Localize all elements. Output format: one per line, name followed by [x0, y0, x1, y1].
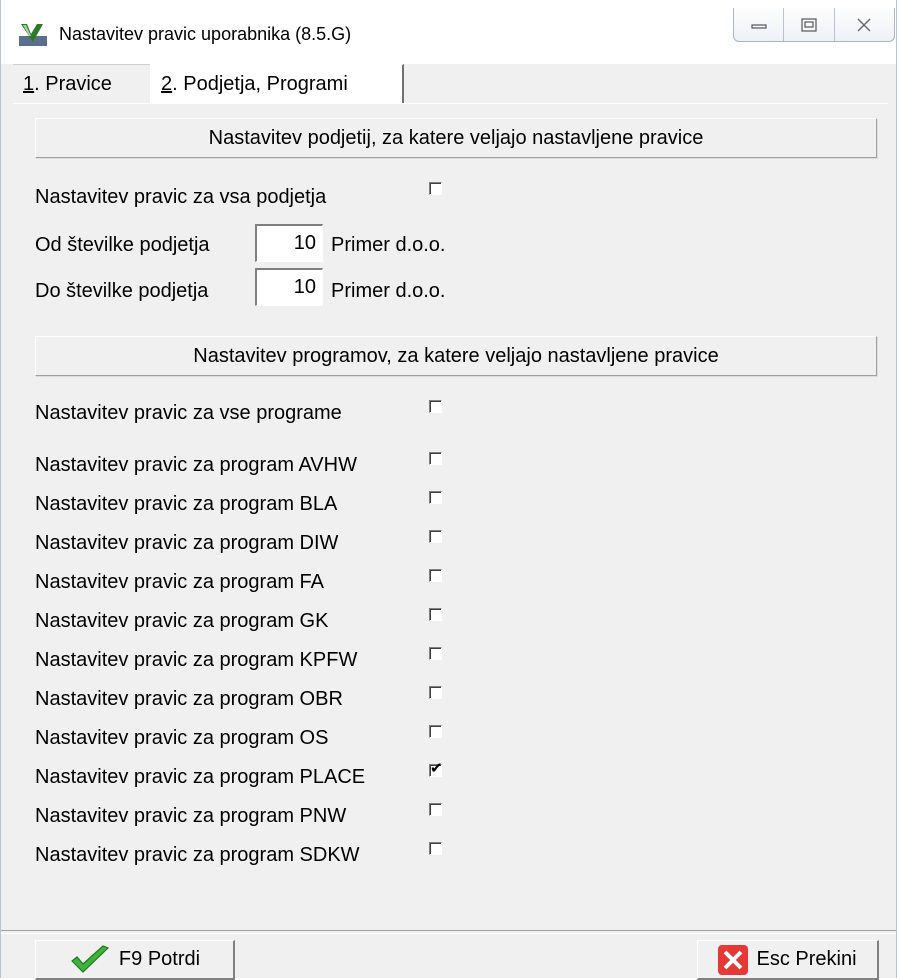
- bottom-divider: [1, 930, 896, 934]
- program-label: Nastavitev pravic za program PNW: [35, 805, 347, 827]
- tab-podjetja-label: . Podjetja, Programi: [172, 73, 348, 95]
- program-checkbox[interactable]: [429, 452, 442, 465]
- all-programs-checkbox[interactable]: [429, 400, 442, 413]
- all-companies-checkbox[interactable]: [429, 182, 442, 195]
- minimize-button[interactable]: [734, 8, 785, 41]
- tab-podjetja-accel: 2: [161, 73, 173, 95]
- app-logo-icon: [19, 24, 47, 46]
- companies-heading[interactable]: Nastavitev podjetij, za katere veljajo n…: [35, 118, 877, 158]
- all-companies-label: Nastavitev pravic za vsa podjetja: [35, 186, 327, 208]
- from-company-input[interactable]: 10: [255, 224, 323, 262]
- confirm-button-label: F9 Potrdi: [118, 948, 201, 970]
- from-company-label: Od številke podjetja: [35, 234, 210, 256]
- to-company-input[interactable]: 10: [255, 268, 323, 306]
- programs-heading[interactable]: Nastavitev programov, za katere veljajo …: [35, 336, 877, 376]
- program-label: Nastavitev pravic za program AVHW: [35, 454, 357, 476]
- tab-pravice-label: . Pravice: [34, 73, 112, 95]
- window-title: Nastavitev pravic uporabnika (8.5.G): [59, 24, 352, 44]
- tab-pravice-accel: 1: [23, 73, 35, 95]
- confirm-button[interactable]: F9 Potrdi: [35, 940, 235, 980]
- dialog-window: Nastavitev pravic uporabnika (8.5.G) 1. …: [0, 0, 897, 980]
- cancel-button[interactable]: Esc Prekini: [697, 940, 879, 980]
- program-label: Nastavitev pravic za program BLA: [35, 493, 338, 515]
- minimize-icon: [751, 23, 767, 29]
- checkmark-icon: [71, 944, 110, 973]
- program-checkbox[interactable]: [429, 686, 442, 699]
- program-checkbox[interactable]: [429, 491, 442, 504]
- program-label: Nastavitev pravic za program SDKW: [35, 844, 360, 866]
- to-company-name: Primer d.o.o.: [331, 280, 446, 302]
- program-checkbox[interactable]: [429, 569, 442, 582]
- close-button[interactable]: [835, 8, 894, 41]
- program-checkbox[interactable]: [429, 842, 442, 855]
- program-label: Nastavitev pravic za program KPFW: [35, 649, 358, 671]
- title-bar[interactable]: Nastavitev pravic uporabnika (8.5.G): [1, 0, 896, 64]
- program-checkbox[interactable]: [429, 608, 442, 621]
- all-programs-label: Nastavitev pravic za vse programe: [35, 402, 342, 424]
- program-label: Nastavitev pravic za program DIW: [35, 532, 339, 554]
- program-label: Nastavitev pravic za program FA: [35, 571, 324, 593]
- close-icon: [857, 18, 871, 31]
- program-checkbox[interactable]: ✔: [429, 760, 443, 777]
- program-label: Nastavitev pravic za program OBR: [35, 688, 343, 710]
- restore-icon: [801, 17, 817, 32]
- tab-podjetja-programi[interactable]: 2. Podjetja, Programi: [150, 64, 404, 104]
- program-checkbox[interactable]: [429, 530, 442, 543]
- caption-buttons: [733, 8, 895, 42]
- tab-pravice[interactable]: 1. Pravice: [13, 64, 153, 102]
- program-checkbox[interactable]: [429, 803, 442, 816]
- program-checkbox[interactable]: [429, 647, 442, 660]
- program-label: Nastavitev pravic za program GK: [35, 610, 329, 632]
- cancel-button-label: Esc Prekini: [756, 948, 857, 970]
- restore-button[interactable]: [784, 8, 835, 41]
- to-company-label: Do številke podjetja: [35, 280, 209, 302]
- tab-panel-border: [13, 103, 888, 104]
- from-company-name: Primer d.o.o.: [331, 234, 446, 256]
- close-red-icon: [718, 944, 749, 975]
- checkmark-glyph-icon: ✔: [430, 760, 443, 777]
- program-label: Nastavitev pravic za program OS: [35, 727, 329, 749]
- program-checkbox[interactable]: [429, 725, 442, 738]
- program-label: Nastavitev pravic za program PLACE: [35, 766, 366, 788]
